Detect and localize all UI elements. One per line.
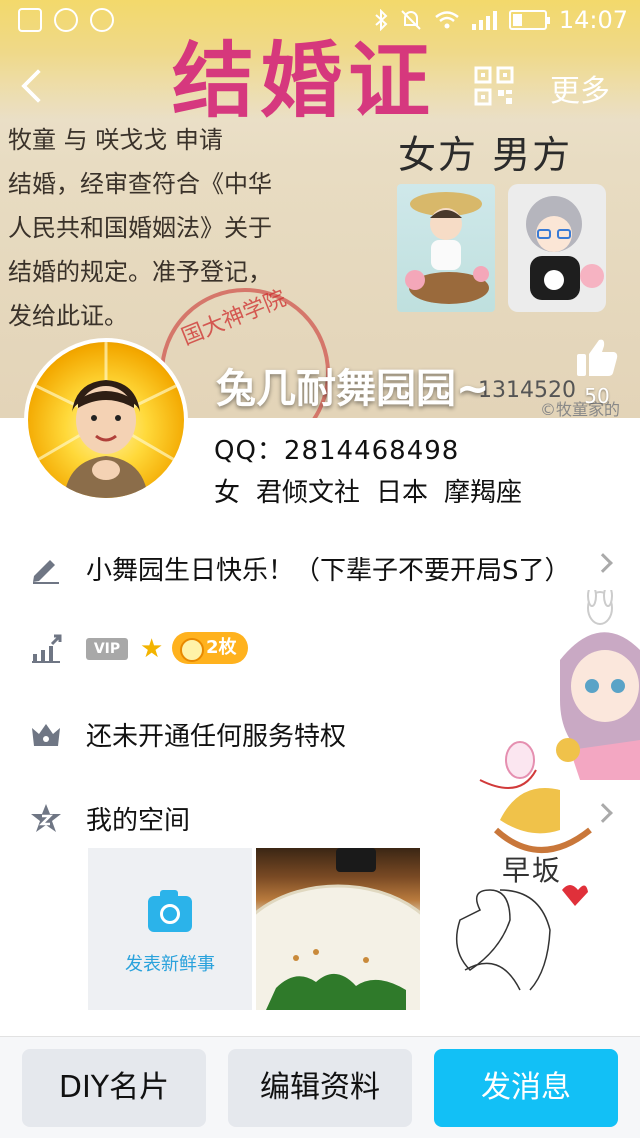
qq-number: QQ：2814468498 (214, 436, 460, 466)
profile-screen: 结婚证 牧童 与 咲戈戈 申请 结婚，经审查符合《中华 人民共和国婚姻法》关于 … (0, 0, 640, 1138)
avatar[interactable] (24, 338, 188, 502)
edit-profile-button[interactable]: 编辑资料 (228, 1049, 412, 1127)
cert-photo-right (508, 184, 606, 312)
like-button[interactable]: 50 (570, 336, 624, 408)
coin-badge: 2枚 (172, 632, 248, 664)
status-time: 14:07 (558, 6, 628, 34)
back-button[interactable] (14, 64, 58, 108)
send-message-button[interactable]: 发消息 (434, 1049, 618, 1127)
tag-location: 日本 (376, 478, 429, 508)
pencil-icon (33, 560, 59, 584)
battery-icon (508, 10, 550, 30)
nickname: 兔几耐舞园园~ (216, 366, 490, 412)
cert-labels: 女方 男方 (398, 133, 573, 177)
camera-icon (148, 890, 192, 932)
tag-group: 君倾文社 (256, 478, 361, 508)
more-dots-icon (90, 8, 114, 32)
bluetooth-icon (375, 9, 388, 31)
new-post-label: 发表新鲜事 (125, 954, 215, 975)
bottom-action-bar: DIY名片 编辑资料 发消息 (0, 1036, 640, 1138)
wifi-icon (435, 11, 459, 29)
qzone-star-icon (31, 804, 61, 832)
level-chart-icon (32, 634, 62, 663)
cert-photo-left (397, 184, 495, 312)
profile-tags: 女 君倾文社 日本 摩羯座 (214, 472, 522, 509)
tag-gender: 女 (214, 478, 241, 508)
chevron-right-icon (593, 553, 613, 573)
like-count: 50 (584, 384, 610, 408)
mute-icon (401, 10, 421, 30)
moment-photo[interactable] (256, 848, 420, 1010)
vip-badge: VIP (86, 638, 128, 660)
thumbs-up-icon (577, 339, 618, 376)
more-button[interactable]: 更多 (550, 66, 610, 110)
decorative-sticker: 早 坂 (440, 585, 640, 1010)
cert-line: 人民共和国婚姻法》关于 (8, 214, 272, 242)
cert-line: 牧童 与 咲戈戈 申请 (8, 126, 223, 154)
qr-code-icon (474, 66, 514, 106)
crown-icon (32, 724, 60, 746)
svg-text:早: 早 (502, 854, 530, 887)
diy-card-button[interactable]: DIY名片 (22, 1049, 206, 1127)
signal-icon (471, 10, 497, 30)
space-text: 我的空间 (86, 806, 191, 836)
new-post-tile[interactable]: 发表新鲜事 (88, 848, 252, 1010)
svg-text:坂: 坂 (532, 854, 560, 887)
status-bar: 14:07 (0, 0, 640, 40)
cert-line: 结婚，经审查符合《中华 (8, 170, 272, 198)
star-icon: ★ (140, 634, 164, 664)
signature-text: 小舞园生日快乐！（下辈子不要开局S了） (86, 556, 571, 586)
shield-icon (54, 8, 78, 32)
tag-zodiac: 摩羯座 (444, 478, 523, 508)
service-text: 还未开通任何服务特权 (86, 722, 347, 752)
qr-code-button[interactable] (474, 66, 514, 106)
image-icon (18, 8, 42, 32)
